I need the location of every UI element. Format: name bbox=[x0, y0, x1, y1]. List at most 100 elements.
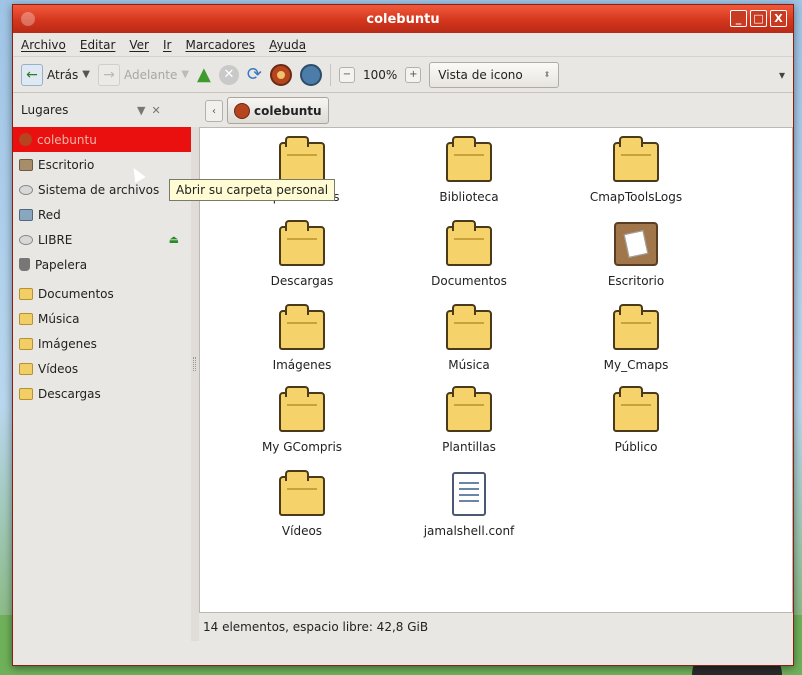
filesystem-icon bbox=[19, 184, 33, 195]
folder-icon bbox=[613, 304, 659, 350]
window-menu-icon[interactable] bbox=[21, 12, 35, 26]
breadcrumb-label: colebuntu bbox=[254, 103, 322, 118]
sidebar-title[interactable]: Lugares bbox=[21, 103, 131, 117]
folder-icon bbox=[19, 362, 33, 375]
file-item-label: jamalshell.conf bbox=[423, 524, 515, 538]
desktop-icon bbox=[614, 222, 658, 266]
file-item[interactable]: CmapToolsLogs bbox=[571, 136, 701, 204]
breadcrumb-current[interactable]: colebuntu bbox=[227, 97, 329, 124]
zoom-level: 100% bbox=[362, 67, 398, 82]
back-button[interactable]: ← Atrás ▼ bbox=[21, 63, 90, 86]
menu-ayuda[interactable]: Ayuda bbox=[269, 38, 306, 52]
close-button[interactable]: X bbox=[770, 10, 787, 27]
folder-icon bbox=[279, 136, 325, 182]
sidebar-item-network[interactable]: Red bbox=[13, 202, 191, 227]
folder-icon bbox=[279, 304, 325, 350]
back-arrow-icon: ← bbox=[21, 63, 43, 86]
file-item-label: Documentos bbox=[431, 274, 507, 288]
sidebar-item-desktop[interactable]: Escritorio bbox=[13, 152, 191, 177]
file-item-label: Público bbox=[614, 440, 658, 454]
menu-marcadores[interactable]: Marcadores bbox=[185, 38, 255, 52]
sidebar-close-icon[interactable]: ✕ bbox=[151, 104, 160, 117]
sidebar-item-videos[interactable]: Vídeos bbox=[13, 356, 191, 381]
menu-editar[interactable]: Editar bbox=[80, 38, 116, 52]
reload-icon[interactable]: ⟳ bbox=[247, 64, 262, 85]
eject-icon[interactable]: ⏏ bbox=[169, 233, 179, 246]
menu-archivo[interactable]: Archivo bbox=[21, 38, 66, 52]
zoom-out-button[interactable]: − bbox=[338, 66, 355, 83]
sidebar-header: Lugares ▼ ✕ bbox=[13, 93, 193, 127]
home-icon bbox=[19, 133, 32, 146]
file-item[interactable]: Biblioteca bbox=[404, 136, 534, 204]
desktop-icon bbox=[19, 158, 33, 171]
window-controls: _ □ X bbox=[730, 10, 787, 27]
sidebar-item-imagenes[interactable]: Imágenes bbox=[13, 331, 191, 356]
trash-icon bbox=[19, 258, 30, 271]
splitter-grip-icon bbox=[193, 357, 196, 371]
forward-history-dropdown[interactable]: ▼ bbox=[181, 69, 189, 80]
sidebar-item-libre[interactable]: LIBRE ⏏ bbox=[13, 227, 191, 252]
file-item[interactable]: Público bbox=[571, 386, 701, 454]
file-item-label: Plantillas bbox=[442, 440, 496, 454]
zoom-in-button[interactable]: + bbox=[405, 66, 422, 83]
forward-button[interactable]: → Adelante ▼ bbox=[97, 63, 189, 86]
up-arrow-icon[interactable]: ▲ bbox=[197, 64, 211, 85]
folder-icon bbox=[19, 287, 33, 300]
minimize-button[interactable]: _ bbox=[730, 10, 747, 27]
folder-icon bbox=[279, 386, 325, 432]
view-mode-value: Vista de icono bbox=[438, 67, 523, 82]
network-icon bbox=[19, 208, 33, 221]
path-back-button[interactable]: ‹ bbox=[205, 100, 223, 122]
file-item[interactable]: Plantillas bbox=[404, 386, 534, 454]
file-item[interactable]: jamalshell.conf bbox=[404, 472, 534, 538]
select-arrows-icon: ⬍ bbox=[543, 70, 551, 79]
menu-ir[interactable]: Ir bbox=[163, 38, 171, 52]
sidebar-dropdown-icon[interactable]: ▼ bbox=[137, 104, 145, 117]
folder-icon bbox=[19, 337, 33, 350]
sidebar-item-label: Sistema de archivos bbox=[38, 182, 160, 197]
file-item[interactable]: My GCompris bbox=[237, 386, 367, 454]
toolbar: ← Atrás ▼ → Adelante ▼ ▲ ✕ ⟳ − 100% + Vi… bbox=[13, 57, 793, 93]
file-item[interactable]: Música bbox=[404, 304, 534, 372]
file-item[interactable]: Descargas bbox=[237, 220, 367, 288]
file-item-label: My_Cmaps bbox=[603, 358, 669, 372]
menu-bar: Archivo Editar Ver Ir Marcadores Ayuda bbox=[13, 33, 793, 57]
file-item[interactable]: My_Cmaps bbox=[571, 304, 701, 372]
file-item-label: Biblioteca bbox=[439, 190, 499, 204]
file-item[interactable]: Escritorio bbox=[571, 222, 701, 288]
home-icon[interactable] bbox=[269, 63, 292, 86]
back-history-dropdown[interactable]: ▼ bbox=[82, 69, 90, 80]
file-item[interactable]: Imágenes bbox=[237, 304, 367, 372]
file-manager-window: colebuntu _ □ X Archivo Editar Ver Ir Ma… bbox=[12, 4, 794, 666]
tooltip: Abrir su carpeta personal bbox=[169, 179, 336, 201]
file-item-label: Vídeos bbox=[281, 524, 323, 538]
pane-splitter[interactable] bbox=[191, 127, 199, 641]
stop-icon[interactable]: ✕ bbox=[218, 64, 239, 85]
places-sidebar: colebuntu Escritorio Sistema de archivos… bbox=[13, 127, 336, 641]
file-item-label: My GCompris bbox=[261, 440, 343, 454]
sidebar-item-documentos[interactable]: Documentos bbox=[13, 281, 191, 306]
folder-icon bbox=[613, 386, 659, 432]
sidebar-item-label: Escritorio bbox=[38, 157, 95, 172]
sidebar-item-musica[interactable]: Música bbox=[13, 306, 191, 331]
file-item[interactable]: Vídeos bbox=[237, 470, 367, 538]
folder-icon bbox=[446, 136, 492, 182]
forward-label: Adelante bbox=[123, 67, 178, 82]
sidebar-item-home[interactable]: colebuntu bbox=[13, 127, 191, 152]
menu-ver[interactable]: Ver bbox=[129, 38, 149, 52]
toolbar-overflow-icon[interactable]: ▾ bbox=[779, 68, 785, 82]
folder-icon bbox=[279, 470, 325, 516]
folder-icon bbox=[446, 304, 492, 350]
content-area: colebuntu Escritorio Sistema de archivos… bbox=[13, 127, 793, 641]
sidebar-item-descargas[interactable]: Descargas bbox=[13, 381, 191, 406]
maximize-button[interactable]: □ bbox=[750, 10, 767, 27]
folder-icon bbox=[446, 220, 492, 266]
computer-icon[interactable] bbox=[299, 63, 322, 86]
view-mode-select[interactable]: Vista de icono ⬍ bbox=[429, 61, 560, 88]
sidebar-item-filesystem[interactable]: Sistema de archivos bbox=[13, 177, 191, 202]
home-icon bbox=[234, 102, 250, 119]
sidebar-item-label: colebuntu bbox=[37, 132, 97, 147]
file-item[interactable]: Documentos bbox=[404, 220, 534, 288]
title-bar[interactable]: colebuntu _ □ X bbox=[13, 5, 793, 33]
sidebar-item-trash[interactable]: Papelera bbox=[13, 252, 191, 277]
